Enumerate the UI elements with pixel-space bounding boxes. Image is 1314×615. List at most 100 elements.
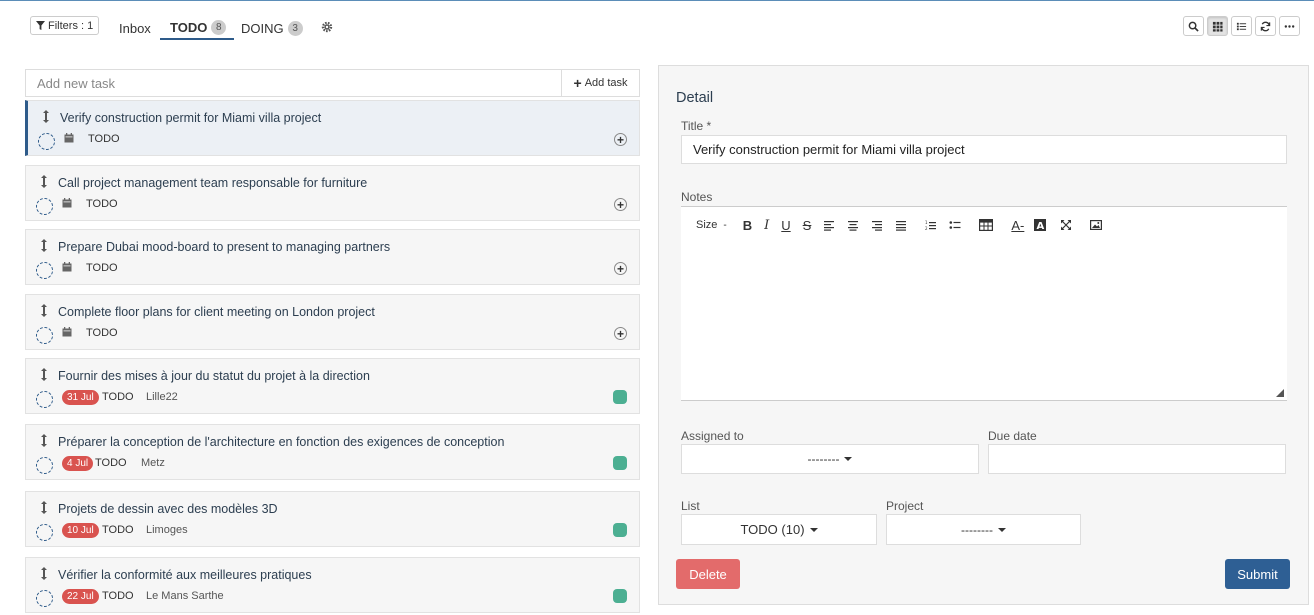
due-date-badge[interactable]: 22 Jul xyxy=(62,589,99,604)
task-avatar-placeholder[interactable] xyxy=(36,198,53,215)
add-task-input[interactable] xyxy=(26,70,561,96)
due-date-input[interactable] xyxy=(988,444,1286,474)
add-task-row: + Add task xyxy=(25,69,640,97)
resize-handle-icon[interactable] xyxy=(1276,389,1284,397)
svg-text:1: 1 xyxy=(925,220,928,225)
project-tag-icon[interactable] xyxy=(613,390,627,404)
task-card[interactable]: Verify construction permit for Miami vil… xyxy=(25,100,640,156)
font-color-icon[interactable]: A- xyxy=(1011,217,1024,233)
task-card[interactable]: Prepare Dubai mood-board to present to m… xyxy=(25,229,640,285)
tab-doing-label: DOING xyxy=(241,20,284,36)
task-title: Vérifier la conformité aux meilleures pr… xyxy=(58,568,312,582)
assigned-to-select[interactable]: -------- xyxy=(681,444,979,474)
drag-handle-icon[interactable] xyxy=(40,434,48,447)
filter-icon xyxy=(36,21,45,30)
task-card[interactable]: Call project management team responsable… xyxy=(25,165,640,221)
task-avatar-placeholder[interactable] xyxy=(36,262,53,279)
title-label: Title * xyxy=(681,119,712,133)
task-status: TODO xyxy=(102,391,134,403)
drag-handle-icon[interactable] xyxy=(40,175,48,188)
drag-handle-icon[interactable] xyxy=(40,501,48,514)
highlight-color-icon[interactable]: A xyxy=(1034,217,1047,233)
size-dropdown-icon[interactable]: - xyxy=(723,217,726,233)
task-location: Le Mans Sarthe xyxy=(146,590,224,602)
due-date-badge[interactable]: 10 Jul xyxy=(62,523,99,538)
add-subtask-button[interactable]: + xyxy=(614,327,627,340)
task-card[interactable]: Projets de dessin avec des modèles 3D 10… xyxy=(25,491,640,547)
bullet-list-icon[interactable] xyxy=(949,217,961,233)
add-subtask-button[interactable]: + xyxy=(614,133,627,146)
task-avatar-placeholder[interactable] xyxy=(38,133,55,150)
search-button[interactable] xyxy=(1183,16,1204,36)
task-avatar-placeholder[interactable] xyxy=(36,590,53,607)
add-task-label: Add task xyxy=(584,77,628,89)
delete-button[interactable]: Delete xyxy=(676,559,740,589)
list-select[interactable]: TODO (10) xyxy=(681,514,877,545)
task-avatar-placeholder[interactable] xyxy=(36,327,53,344)
task-card[interactable]: Préparer la conception de l'architecture… xyxy=(25,424,640,480)
title-input[interactable]: Verify construction permit for Miami vil… xyxy=(681,135,1287,164)
due-date-label: Due date xyxy=(988,429,1037,443)
bold-icon[interactable]: B xyxy=(743,217,752,233)
image-icon[interactable] xyxy=(1090,217,1103,233)
fullscreen-icon[interactable] xyxy=(1060,217,1072,233)
task-title: Complete floor plans for client meeting … xyxy=(58,305,375,319)
drag-handle-icon[interactable] xyxy=(40,239,48,252)
drag-handle-icon[interactable] xyxy=(40,304,48,317)
filters-label: Filters : 1 xyxy=(48,19,94,32)
task-location: Metz xyxy=(141,457,165,469)
notes-editor[interactable]: Size - B I U S 12 A- A xyxy=(681,206,1287,401)
plus-icon: + xyxy=(573,75,582,91)
task-avatar-placeholder[interactable] xyxy=(36,524,53,541)
task-status: TODO xyxy=(95,457,127,469)
align-justify-icon[interactable] xyxy=(895,217,907,233)
due-date-badge[interactable]: 4 Jul xyxy=(62,456,94,471)
calendar-icon[interactable] xyxy=(64,133,74,143)
task-card[interactable]: Complete floor plans for client meeting … xyxy=(25,294,640,350)
align-left-icon[interactable] xyxy=(823,217,835,233)
task-avatar-placeholder[interactable] xyxy=(36,391,53,408)
add-subtask-button[interactable]: + xyxy=(614,198,627,211)
ordered-list-icon[interactable]: 12 xyxy=(925,217,937,233)
filters-button[interactable]: Filters : 1 xyxy=(30,16,100,35)
drag-handle-icon[interactable] xyxy=(40,567,48,580)
drag-handle-icon[interactable] xyxy=(42,110,50,123)
underline-icon[interactable]: U xyxy=(781,217,790,233)
tab-inbox[interactable]: Inbox xyxy=(119,18,151,38)
add-task-button[interactable]: + Add task xyxy=(561,70,639,96)
project-select[interactable]: -------- xyxy=(886,514,1081,545)
align-center-icon[interactable] xyxy=(847,217,859,233)
list-view-button[interactable] xyxy=(1231,16,1252,36)
drag-handle-icon[interactable] xyxy=(40,368,48,381)
tab-todo[interactable]: TODO 8 xyxy=(160,16,235,40)
project-tag-icon[interactable] xyxy=(613,456,627,470)
table-icon[interactable] xyxy=(979,217,994,233)
calendar-icon[interactable] xyxy=(62,198,72,208)
project-label: Project xyxy=(886,499,924,513)
top-toolbar: Filters : 1 Inbox TODO 8 DOING 3 xyxy=(28,14,1300,40)
project-tag-icon[interactable] xyxy=(613,589,627,603)
italic-icon[interactable]: I xyxy=(764,217,769,233)
align-right-icon[interactable] xyxy=(871,217,883,233)
grid-view-button[interactable] xyxy=(1207,16,1228,36)
task-location: Lille22 xyxy=(146,391,178,403)
calendar-icon[interactable] xyxy=(62,262,72,272)
project-value: -------- xyxy=(961,522,993,537)
notes-label: Notes xyxy=(681,190,713,204)
task-status: TODO xyxy=(86,198,118,210)
add-subtask-button[interactable]: + xyxy=(614,262,627,275)
svg-text:A: A xyxy=(1037,221,1045,231)
tab-doing[interactable]: DOING 3 xyxy=(241,18,303,38)
task-card[interactable]: Fournir des mises à jour du statut du pr… xyxy=(25,358,640,414)
calendar-icon[interactable] xyxy=(62,327,72,337)
task-avatar-placeholder[interactable] xyxy=(36,457,53,474)
due-date-badge[interactable]: 31 Jul xyxy=(62,390,99,405)
strikethrough-icon[interactable]: S xyxy=(803,217,812,233)
gear-icon[interactable] xyxy=(321,21,333,33)
submit-button[interactable]: Submit xyxy=(1225,559,1290,589)
project-tag-icon[interactable] xyxy=(613,523,627,537)
more-button[interactable] xyxy=(1279,16,1300,36)
refresh-button[interactable] xyxy=(1255,16,1276,36)
font-size-select[interactable]: Size xyxy=(696,217,717,233)
task-card[interactable]: Vérifier la conformité aux meilleures pr… xyxy=(25,557,640,613)
